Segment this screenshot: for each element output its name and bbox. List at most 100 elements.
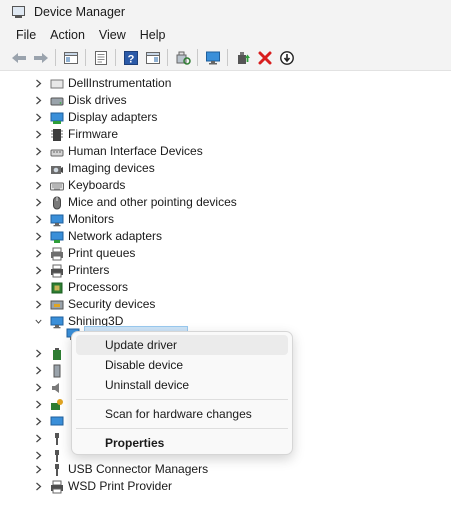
device-category-icon xyxy=(50,364,64,378)
chevron-right-icon[interactable] xyxy=(34,379,43,396)
network-icon xyxy=(50,230,64,244)
toolbar-separator xyxy=(85,49,86,66)
monitor-toolbar-icon[interactable] xyxy=(204,49,221,66)
chevron-right-icon[interactable] xyxy=(34,126,43,143)
processor-icon xyxy=(50,281,64,295)
chevron-right-icon[interactable] xyxy=(34,92,43,109)
window-title: Device Manager xyxy=(34,5,126,19)
camera-icon xyxy=(50,162,64,176)
toolbar: ? xyxy=(0,45,451,71)
chevron-right-icon[interactable] xyxy=(34,262,43,279)
menu-disable-device-label: Disable device xyxy=(105,358,184,372)
display-adapter-icon xyxy=(50,111,64,125)
menu-bar: File Action View Help xyxy=(0,24,451,45)
forward-icon[interactable] xyxy=(32,49,49,66)
menu-update-driver-label: Update driver xyxy=(105,338,178,352)
mouse-icon xyxy=(50,196,64,210)
scan-hardware-icon[interactable] xyxy=(174,49,191,66)
print-queue-icon xyxy=(50,247,64,261)
tree-item-label: DellInstrumentation xyxy=(68,76,172,90)
svg-text:?: ? xyxy=(127,53,134,65)
chevron-down-icon[interactable] xyxy=(34,313,43,330)
device-icon xyxy=(50,315,64,329)
tree-item-label: Human Interface Devices xyxy=(68,144,203,158)
action-pane-icon[interactable] xyxy=(144,49,161,66)
tree-item-label: Imaging devices xyxy=(68,161,155,175)
tree-item-label: Keyboards xyxy=(68,178,126,192)
menu-scan-hardware-label: Scan for hardware changes xyxy=(105,407,252,421)
back-icon[interactable] xyxy=(10,49,27,66)
monitor-icon xyxy=(50,213,64,227)
menu-separator xyxy=(76,399,288,400)
menu-action[interactable]: Action xyxy=(43,28,92,42)
title-bar: Device Manager xyxy=(0,0,451,24)
device-category-icon xyxy=(50,415,64,429)
toolbar-separator xyxy=(55,49,56,66)
chevron-right-icon[interactable] xyxy=(34,345,43,362)
menu-properties[interactable]: Properties xyxy=(76,433,288,453)
tree-item-label: Display adapters xyxy=(68,110,158,124)
disable-icon[interactable] xyxy=(278,49,295,66)
uninstall-icon[interactable] xyxy=(256,49,273,66)
tree-item-label: Firmware xyxy=(68,127,118,141)
menu-disable-device[interactable]: Disable device xyxy=(76,355,288,375)
update-driver-icon[interactable] xyxy=(234,49,251,66)
show-hide-icon[interactable] xyxy=(62,49,79,66)
tree-item-label: Security devices xyxy=(68,297,156,311)
menu-view[interactable]: View xyxy=(92,28,133,42)
chevron-right-icon[interactable] xyxy=(34,296,43,313)
usb-icon xyxy=(50,449,64,463)
keyboard-icon xyxy=(50,179,64,193)
security-icon xyxy=(50,298,64,312)
tree-item-label: Mice and other pointing devices xyxy=(68,195,237,209)
menu-separator xyxy=(76,428,288,429)
chevron-right-icon[interactable] xyxy=(34,194,43,211)
tree-item-label: USB Connector Managers xyxy=(68,462,209,476)
chevron-right-icon[interactable] xyxy=(34,75,43,92)
menu-file[interactable]: File xyxy=(9,28,43,42)
menu-help[interactable]: Help xyxy=(133,28,173,42)
firmware-icon xyxy=(50,128,64,142)
menu-uninstall-device-label: Uninstall device xyxy=(105,378,190,392)
chevron-right-icon[interactable] xyxy=(34,177,43,194)
menu-scan-hardware[interactable]: Scan for hardware changes xyxy=(76,404,288,424)
help-icon[interactable]: ? xyxy=(122,49,139,66)
tree-item-label: Processors xyxy=(68,280,129,294)
chevron-right-icon[interactable] xyxy=(34,160,43,177)
menu-uninstall-device[interactable]: Uninstall device xyxy=(76,375,288,395)
chevron-right-icon[interactable] xyxy=(34,109,43,126)
wsd-printer-icon xyxy=(50,480,64,494)
context-menu: Update driver Disable device Uninstall d… xyxy=(71,331,293,455)
hid-icon xyxy=(50,145,64,159)
device-category-icon xyxy=(50,347,64,361)
chevron-right-icon[interactable] xyxy=(34,362,43,379)
chevron-right-icon[interactable] xyxy=(34,413,43,430)
menu-update-driver[interactable]: Update driver xyxy=(76,335,288,355)
device-category-icon xyxy=(50,398,64,412)
toolbar-separator xyxy=(227,49,228,66)
properties-sheet-icon[interactable] xyxy=(92,49,109,66)
toolbar-separator xyxy=(115,49,116,66)
chevron-right-icon[interactable] xyxy=(34,461,43,478)
chevron-right-icon[interactable] xyxy=(34,211,43,228)
tree-item-label: Disk drives xyxy=(68,93,127,107)
tree-item-label: Network adapters xyxy=(68,229,163,243)
menu-properties-label: Properties xyxy=(105,436,165,450)
chevron-right-icon[interactable] xyxy=(34,228,43,245)
usb-icon xyxy=(50,432,64,446)
chevron-right-icon[interactable] xyxy=(34,430,43,447)
chevron-right-icon[interactable] xyxy=(34,396,43,413)
speaker-icon xyxy=(50,381,64,395)
tree-item-label: WSD Print Provider xyxy=(68,479,173,493)
dell-icon xyxy=(50,77,64,91)
chevron-right-icon[interactable] xyxy=(34,478,43,495)
chevron-right-icon[interactable] xyxy=(34,245,43,262)
tree-item-label: Monitors xyxy=(68,212,115,226)
disk-drive-icon xyxy=(50,94,64,108)
tree-item-label: Printers xyxy=(68,263,110,277)
printer-icon xyxy=(50,264,64,278)
chevron-right-icon[interactable] xyxy=(34,143,43,160)
toolbar-separator xyxy=(167,49,168,66)
device-manager-icon xyxy=(11,5,25,19)
chevron-right-icon[interactable] xyxy=(34,279,43,296)
